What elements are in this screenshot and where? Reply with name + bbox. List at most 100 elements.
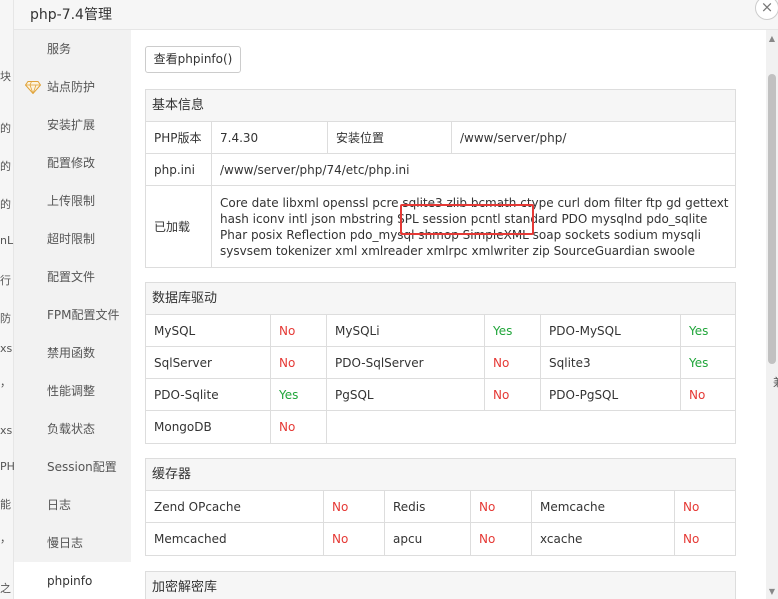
background-text: 兼	[773, 374, 778, 390]
cache-status: No	[471, 491, 532, 522]
gem-icon	[25, 81, 41, 94]
driver-status: No	[689, 387, 706, 402]
driver-status: Yes	[485, 315, 541, 346]
cache-name: Memcached	[146, 523, 324, 555]
driver-status: No	[485, 347, 541, 378]
sidebar-item-site-protection[interactable]: 站点防护	[14, 68, 131, 106]
driver-name: Sqlite3	[541, 347, 681, 378]
cache-name: xcache	[532, 523, 675, 555]
driver-status: Yes	[689, 355, 709, 370]
sidebar-item-install-extensions[interactable]: 安装扩展	[14, 106, 131, 144]
table-row: MySQL No MySQLi Yes PDO-MySQL Yes	[146, 315, 735, 347]
background-text: 能	[0, 498, 11, 511]
background-text: 的	[0, 122, 11, 135]
database-drivers-section: 数据库驱动 MySQL No MySQLi Yes PDO-MySQL Yes …	[145, 282, 736, 444]
table-row: php.ini /www/server/php/74/etc/php.ini	[146, 154, 735, 186]
sidebar-item-session-config[interactable]: Session配置	[14, 448, 131, 486]
background-text: nL	[0, 234, 14, 247]
driver-name: PDO-SqlServer	[327, 347, 485, 378]
section-title: 缓存器	[146, 459, 735, 491]
table-row: SqlServer No PDO-SqlServer No Sqlite3 Ye…	[146, 347, 735, 379]
sidebar-item-slow-log[interactable]: 慢日志	[14, 524, 131, 562]
background-text: ，	[0, 532, 11, 545]
sidebar: 服务 站点防护 安装扩展 配置修改 上传限制 超时限制 配置文件 FPM配置文件…	[14, 30, 131, 599]
dialog-title: php-7.4管理	[30, 7, 112, 23]
section-title: 数据库驱动	[146, 283, 735, 315]
table-row: Zend OPcache No Redis No Memcache No	[146, 491, 735, 523]
cache-status: No	[683, 532, 700, 546]
table-row: PDO-Sqlite Yes PgSQL No PDO-PgSQL No	[146, 379, 735, 411]
background-text: ，	[0, 376, 11, 389]
sidebar-item-log[interactable]: 日志	[14, 486, 131, 524]
table-row: MongoDB No	[146, 411, 735, 443]
cache-status: No	[683, 499, 700, 514]
install-location-value: /www/server/php/	[460, 130, 567, 145]
sidebar-item-phpinfo[interactable]: phpinfo	[14, 562, 131, 599]
install-location-label: 安装位置	[328, 122, 452, 153]
sidebar-item-disabled-functions[interactable]: 禁用函数	[14, 334, 131, 372]
background-text: 之	[0, 582, 11, 595]
cache-status: No	[324, 523, 385, 555]
background-text: 的	[0, 160, 11, 173]
sidebar-item-service[interactable]: 服务	[14, 30, 131, 68]
php-manage-dialog: php-7.4管理 × 服务 站点防护 安装扩展 配置修改 上传限制 超时限制 …	[14, 0, 778, 599]
background-text: xs	[0, 424, 13, 437]
view-phpinfo-button[interactable]: 查看phpinfo()	[145, 46, 241, 73]
driver-status: Yes	[689, 323, 709, 338]
driver-status: Yes	[271, 379, 327, 410]
scroll-down-icon[interactable]: ▼	[766, 587, 778, 597]
crypto-section: 加密解密库	[145, 571, 736, 599]
sidebar-item-upload-limit[interactable]: 上传限制	[14, 182, 131, 220]
cache-status: No	[324, 491, 385, 522]
cache-status: No	[471, 523, 532, 555]
content-panel: 查看phpinfo() 基本信息 PHP版本 7.4.30 安装位置 /www/…	[131, 30, 751, 599]
php-ini-label: php.ini	[146, 154, 212, 185]
background-text: 块	[0, 70, 11, 83]
background-text: 行	[0, 274, 11, 287]
loaded-label: 已加载	[146, 186, 212, 267]
cache-name: Memcache	[532, 491, 675, 522]
driver-name: MySQLi	[327, 315, 485, 346]
empty-cell	[327, 411, 737, 443]
driver-name: PDO-MySQL	[541, 315, 681, 346]
driver-name: MongoDB	[146, 411, 271, 443]
driver-status: No	[485, 379, 541, 410]
table-row: PHP版本 7.4.30 安装位置 /www/server/php/	[146, 122, 735, 154]
table-row: 已加载 Core date libxml openssl pcre sqlite…	[146, 186, 735, 267]
driver-name: PDO-Sqlite	[146, 379, 271, 410]
background-page: 块 的 的 的 nL 行 防 xs ， xs PH 能 ， 之	[0, 0, 15, 599]
cache-name: Zend OPcache	[146, 491, 324, 522]
scroll-up-icon[interactable]: ▲	[766, 34, 778, 44]
cache-name: apcu	[385, 523, 471, 555]
sidebar-item-timeout-limit[interactable]: 超时限制	[14, 220, 131, 258]
background-text: xs	[0, 342, 13, 355]
php-version-label: PHP版本	[146, 122, 212, 153]
basic-info-section: 基本信息 PHP版本 7.4.30 安装位置 /www/server/php/ …	[145, 89, 736, 268]
sidebar-item-label: 站点防护	[47, 80, 96, 94]
driver-name: MySQL	[146, 315, 271, 346]
table-row: Memcached No apcu No xcache No	[146, 523, 735, 555]
scrollbar[interactable]: ▲ ▼	[766, 30, 778, 599]
close-button[interactable]: ×	[755, 0, 778, 20]
driver-status: No	[271, 411, 327, 443]
driver-name: PDO-PgSQL	[541, 379, 681, 410]
cache-name: Redis	[385, 491, 471, 522]
background-text: 的	[0, 198, 11, 211]
driver-name: SqlServer	[146, 347, 271, 378]
scroll-thumb[interactable]	[768, 74, 776, 364]
cache-section: 缓存器 Zend OPcache No Redis No Memcache No…	[145, 458, 736, 556]
background-text: 防	[0, 312, 11, 325]
sidebar-item-config-edit[interactable]: 配置修改	[14, 144, 131, 182]
loaded-modules: Core date libxml openssl pcre sqlite3 zl…	[220, 196, 729, 258]
php-version-value: 7.4.30	[212, 122, 328, 153]
driver-status: No	[271, 347, 327, 378]
sidebar-item-performance[interactable]: 性能调整	[14, 372, 131, 410]
sidebar-item-fpm-config-file[interactable]: FPM配置文件	[14, 296, 131, 334]
background-text: PH	[0, 460, 15, 473]
section-title: 加密解密库	[146, 572, 735, 599]
php-ini-path: /www/server/php/74/etc/php.ini	[220, 162, 410, 177]
dialog-titlebar: php-7.4管理	[14, 0, 778, 30]
sidebar-item-load-status[interactable]: 负载状态	[14, 410, 131, 448]
driver-status: No	[271, 315, 327, 346]
sidebar-item-config-file[interactable]: 配置文件	[14, 258, 131, 296]
